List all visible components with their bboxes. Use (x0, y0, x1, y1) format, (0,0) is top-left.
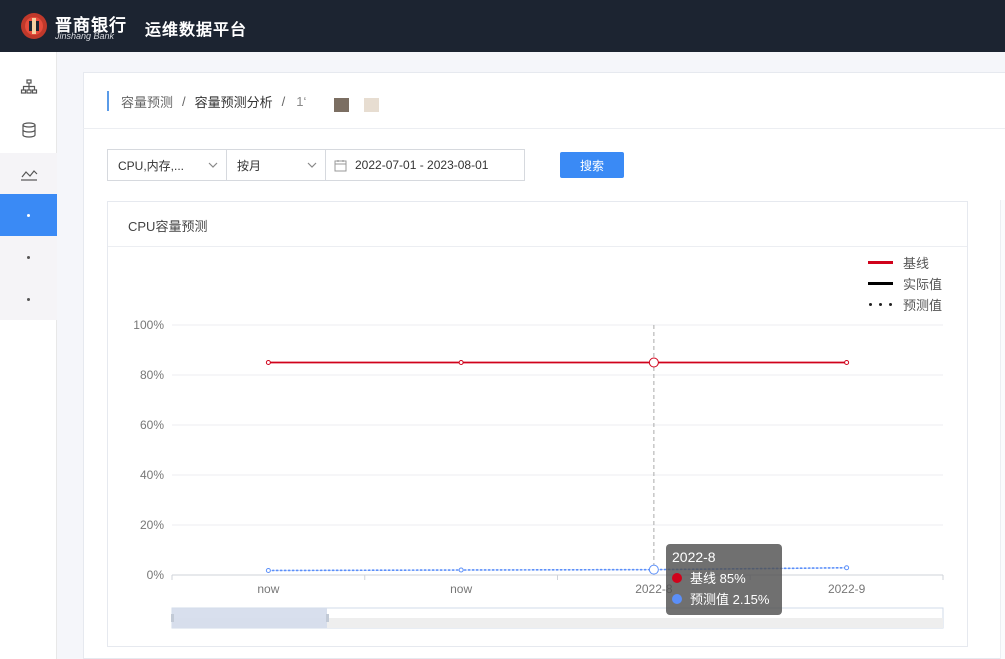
y-tick-label: 0% (147, 568, 165, 582)
data-point (458, 567, 464, 573)
x-tick-label: now (450, 582, 472, 596)
metric-select-value: CPU,内存,... (118, 158, 185, 173)
breadcrumb-item-analysis[interactable]: 容量预测分析 (195, 92, 273, 111)
metric-select[interactable]: CPU,内存,... (107, 149, 227, 181)
bank-logo-icon (21, 13, 47, 39)
sidebar-subitem-2[interactable] (0, 236, 57, 278)
database-icon (21, 122, 36, 138)
legend-item-forecast[interactable]: 预测值 (868, 294, 942, 315)
brand-name-en: Jinshang Bank (55, 31, 115, 41)
search-button[interactable]: 搜索 (560, 152, 624, 178)
sidebar-item-capacity[interactable] (0, 153, 57, 195)
tooltip-title: 2022-8 (672, 549, 716, 565)
data-point (265, 360, 271, 365)
tooltip-row-label: 预测值 2.15% (690, 592, 770, 607)
nav-dot-icon (27, 213, 30, 217)
zoom-slider-handle-left (171, 614, 174, 622)
data-point (458, 360, 464, 365)
tooltip-marker (672, 572, 682, 583)
data-point (844, 565, 850, 571)
legend-item-actual[interactable]: 实际值 (868, 273, 942, 294)
y-tick-label: 40% (140, 468, 164, 482)
breadcrumb-item-current: 1‘ (296, 93, 307, 109)
zoom-slider-window (172, 608, 327, 628)
zoom-slider-handle-right (326, 614, 329, 622)
chevron-down-icon (208, 162, 218, 168)
redacted-block (334, 98, 349, 112)
date-range-picker[interactable]: 2022-07-01 - 2023-08-01 (325, 149, 525, 181)
breadcrumb-item-capacity[interactable]: 容量预测 (121, 92, 173, 111)
tooltip-row-baseline: 基线 85% (672, 567, 776, 588)
granularity-select[interactable]: 按月 (226, 149, 326, 181)
tooltip-row-label: 基线 85% (690, 571, 746, 586)
chart-legend: 基线 实际值 预测值 (868, 252, 942, 315)
legend-label: 基线 (903, 256, 930, 271)
sidebar-subitem-3[interactable] (0, 278, 57, 320)
data-point (648, 357, 659, 368)
nav-dot-icon (27, 255, 30, 259)
breadcrumb-separator: / (182, 93, 186, 109)
chart-tooltip: 2022-8 基线 85% 预测值 2.15% (666, 544, 782, 615)
legend-item-baseline[interactable]: 基线 (868, 252, 942, 273)
data-point (844, 360, 850, 365)
breadcrumb-separator: / (281, 93, 286, 109)
sidebar-item-database[interactable] (0, 109, 57, 151)
top-bar: 晋商银行 Jinshang Bank 运维数据平台 (0, 0, 1005, 52)
capacity-line-chart[interactable]: 0% 20% 40% 60% 80% 100% now now 2022-8 2022-9 (107, 201, 968, 647)
legend-swatch-dotted (868, 303, 893, 306)
data-point (265, 568, 271, 573)
y-tick-label: 80% (140, 368, 164, 382)
sidebar-item-topology[interactable] (0, 66, 57, 108)
line-chart-icon (20, 170, 37, 181)
breadcrumb-divider (83, 128, 1005, 129)
date-range-value: 2022-07-01 - 2023-08-01 (355, 158, 489, 172)
y-tick-label: 20% (140, 518, 164, 532)
tooltip-marker (672, 593, 682, 604)
tooltip-row-forecast: 预测值 2.15% (672, 588, 776, 609)
platform-title: 运维数据平台 (145, 22, 248, 39)
data-point (648, 564, 659, 575)
nav-dot-icon (27, 297, 30, 301)
calendar-icon (334, 159, 347, 171)
org-tree-icon (20, 79, 37, 94)
legend-swatch (868, 261, 893, 264)
x-tick-label: now (257, 582, 279, 596)
breadcrumb: 容量预测 / 容量预测分析 / 1‘ (107, 91, 306, 111)
y-tick-label: 60% (140, 418, 164, 432)
legend-label: 预测值 (903, 298, 943, 313)
sidebar (0, 52, 57, 659)
scroll-area-edge (1000, 200, 1005, 659)
y-tick-label: 100% (133, 318, 164, 332)
legend-swatch (868, 282, 893, 285)
granularity-select-value: 按月 (237, 158, 262, 173)
chevron-down-icon (307, 162, 317, 168)
sidebar-subitem-analysis[interactable] (0, 194, 57, 236)
x-tick-label: 2022-9 (828, 582, 866, 596)
redacted-block (364, 98, 379, 112)
legend-label: 实际值 (903, 277, 943, 292)
